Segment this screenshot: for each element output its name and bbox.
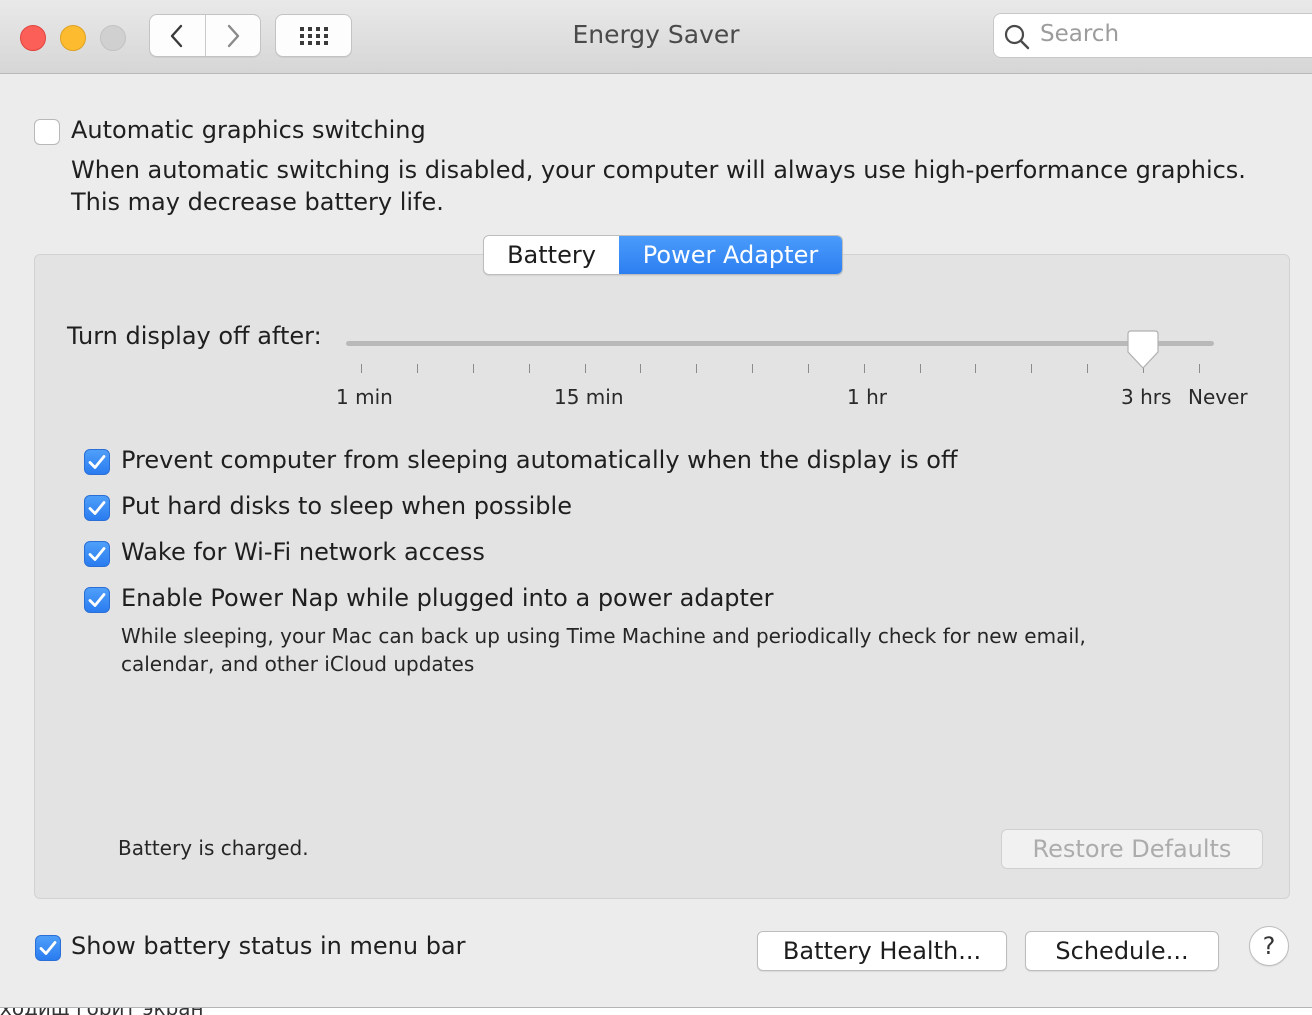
prevent-sleep-label: Prevent computer from sleeping automatic… [121,446,958,474]
checkmark-icon [88,593,106,607]
tab-bar: Battery Power Adapter [483,235,843,275]
display-off-slider[interactable] [346,341,1214,346]
checkmark-icon [39,941,57,955]
show-battery-status-checkbox[interactable] [35,935,61,961]
schedule-button[interactable]: Schedule... [1025,931,1219,971]
tick-label-never: Never [1188,385,1248,409]
slider-tick [640,364,641,373]
tab-battery[interactable]: Battery [484,236,619,274]
search-input[interactable] [1040,21,1300,47]
slider-tick [529,364,530,373]
power-nap-label: Enable Power Nap while plugged into a po… [121,584,774,612]
slider-tick [473,364,474,373]
slider-tick [361,364,362,373]
restore-defaults-button[interactable]: Restore Defaults [1001,829,1263,869]
slider-tick [696,364,697,373]
help-button[interactable]: ? [1249,926,1289,966]
prevent-sleep-checkbox[interactable] [84,449,110,475]
wake-wifi-checkbox[interactable] [84,541,110,567]
battery-status-text: Battery is charged. [118,836,309,860]
checkmark-icon [88,455,106,469]
slider-tick [808,364,809,373]
graphics-description-line1: When automatic switching is disabled, yo… [71,156,1246,184]
graphics-switching-label: Automatic graphics switching [71,116,426,144]
hard-disk-sleep-checkbox[interactable] [84,495,110,521]
slider-tick [585,364,586,373]
slider-tick [752,364,753,373]
graphics-switching-checkbox[interactable] [34,119,60,145]
settings-panel [34,254,1290,899]
power-nap-checkbox[interactable] [84,587,110,613]
slider-tick [1031,364,1032,373]
slider-thumb[interactable] [1127,330,1159,370]
checkmark-icon [88,501,106,515]
battery-health-button[interactable]: Battery Health... [757,931,1007,971]
slider-tick [1087,364,1088,373]
slider-tick [975,364,976,373]
tick-label-1-hr: 1 hr [847,385,887,409]
search-icon [1004,24,1030,50]
slider-tick [417,364,418,373]
tick-label-15-min: 15 min [554,385,624,409]
tick-label-3-hrs: 3 hrs [1121,385,1172,409]
slider-tick [1199,364,1200,373]
show-battery-status-label: Show battery status in menu bar [71,932,466,960]
power-nap-note-line2: calendar, and other iCloud updates [121,652,475,676]
slider-tick [864,364,865,373]
slider-tick [920,364,921,373]
power-nap-note-line1: While sleeping, your Mac can back up usi… [121,624,1086,648]
display-off-label: Turn display off after: [67,322,322,350]
wake-wifi-label: Wake for Wi-Fi network access [121,538,485,566]
title-bar: Energy Saver [0,0,1312,74]
hard-disk-sleep-label: Put hard disks to sleep when possible [121,492,572,520]
graphics-description-line2: This may decrease battery life. [71,188,444,216]
tab-power-adapter[interactable]: Power Adapter [619,236,842,274]
tick-label-1-min: 1 min [336,385,393,409]
checkmark-icon [88,547,106,561]
search-field[interactable] [993,13,1312,58]
